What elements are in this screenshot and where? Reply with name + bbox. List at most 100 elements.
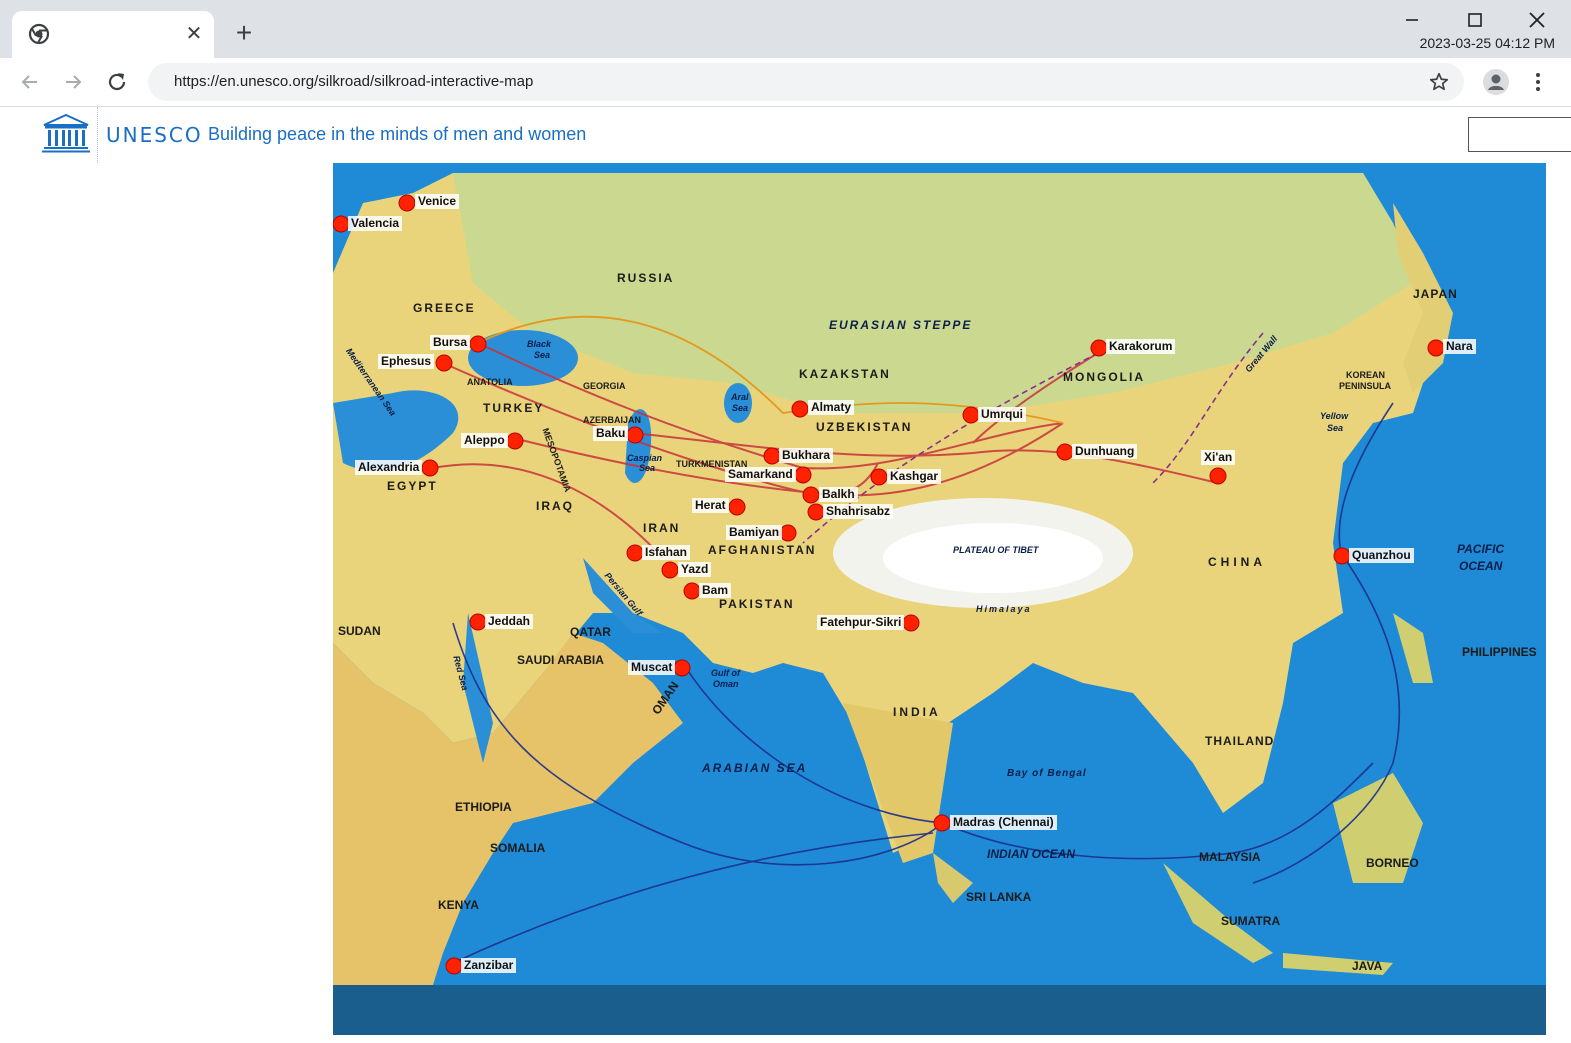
new-tab-button[interactable]: + bbox=[230, 19, 258, 47]
city-marker-umrqui[interactable] bbox=[963, 407, 979, 423]
maximize-icon[interactable] bbox=[1463, 8, 1487, 32]
city-label-yazd[interactable]: Yazd bbox=[678, 562, 712, 577]
map-terrain bbox=[333, 163, 1546, 985]
city-label-karakorum[interactable]: Karakorum bbox=[1106, 339, 1176, 354]
city-marker-balkh[interactable] bbox=[803, 487, 819, 503]
city-label-samarkand[interactable]: Samarkand bbox=[725, 467, 796, 482]
city-label-xian[interactable]: Xi'an bbox=[1201, 450, 1236, 465]
tab-close-icon[interactable]: ✕ bbox=[182, 22, 206, 46]
region-label-india: INDIA bbox=[893, 705, 941, 719]
city-label-ephesus[interactable]: Ephesus bbox=[378, 354, 435, 369]
city-marker-kashgar[interactable] bbox=[871, 469, 887, 485]
city-marker-valencia[interactable] bbox=[333, 216, 349, 232]
page-content: UNESCO Building peace in the minds of me… bbox=[0, 107, 1571, 1043]
city-marker-venice[interactable] bbox=[399, 195, 415, 211]
city-marker-bamiyan[interactable] bbox=[780, 525, 796, 541]
city-label-venice[interactable]: Venice bbox=[415, 194, 460, 209]
region-label-mongolia: MONGOLIA bbox=[1063, 370, 1145, 384]
city-marker-yazd[interactable] bbox=[662, 562, 678, 578]
window-close-icon[interactable] bbox=[1525, 8, 1549, 32]
city-marker-nara[interactable] bbox=[1428, 340, 1444, 356]
back-arrow-icon[interactable] bbox=[17, 69, 43, 95]
city-label-jeddah[interactable]: Jeddah bbox=[485, 614, 534, 629]
region-label-greece: GREECE bbox=[413, 301, 476, 315]
city-marker-samarkand[interactable] bbox=[795, 467, 811, 483]
brand-name[interactable]: UNESCO bbox=[106, 123, 203, 147]
forward-arrow-icon[interactable] bbox=[60, 69, 86, 95]
search-input[interactable] bbox=[1468, 117, 1571, 152]
city-label-dunhuang[interactable]: Dunhuang bbox=[1072, 444, 1138, 459]
sea-label-yellow-2: Sea bbox=[1327, 423, 1344, 433]
city-marker-shahrisabz[interactable] bbox=[808, 504, 824, 520]
city-label-zanzibar[interactable]: Zanzibar bbox=[461, 958, 517, 973]
reload-icon[interactable] bbox=[104, 69, 130, 95]
city-marker-karakorum[interactable] bbox=[1091, 340, 1107, 356]
city-label-muscat[interactable]: Muscat bbox=[628, 660, 676, 675]
city-label-shahrisabz[interactable]: Shahrisabz bbox=[823, 504, 894, 519]
sea-label-pacific-1: PACIFIC bbox=[1457, 542, 1505, 556]
city-label-quanzhou[interactable]: Quanzhou bbox=[1349, 548, 1414, 563]
city-marker-xian[interactable] bbox=[1210, 468, 1226, 484]
city-label-bam[interactable]: Bam bbox=[699, 583, 732, 598]
city-label-alexandria[interactable]: Alexandria bbox=[355, 460, 423, 475]
region-label-uzbekistan: UZBEKISTAN bbox=[816, 420, 913, 434]
sea-label-yellow-1: Yellow bbox=[1320, 411, 1349, 421]
city-label-valencia[interactable]: Valencia bbox=[348, 216, 403, 231]
logo-divider bbox=[97, 107, 99, 163]
url-text[interactable]: https://en.unesco.org/silkroad/silkroad-… bbox=[174, 73, 533, 90]
region-label-sri-lanka: SRI LANKA bbox=[966, 890, 1032, 904]
region-label-japan: JAPAN bbox=[1413, 287, 1458, 301]
city-marker-zanzibar[interactable] bbox=[446, 958, 462, 974]
city-label-fatehpur-sikri[interactable]: Fatehpur-Sikri bbox=[817, 615, 905, 630]
city-marker-bukhara[interactable] bbox=[764, 448, 780, 464]
city-marker-almaty[interactable] bbox=[792, 401, 808, 417]
sea-label-aral-2: Sea bbox=[732, 403, 749, 413]
region-label-russia: RUSSIA bbox=[617, 271, 675, 285]
address-bar[interactable]: https://en.unesco.org/silkroad/silkroad-… bbox=[148, 63, 1464, 101]
chrome-favicon-icon bbox=[28, 23, 50, 45]
city-marker-madras[interactable] bbox=[934, 815, 950, 831]
city-marker-fatehpur-sikri[interactable] bbox=[903, 615, 919, 631]
city-marker-isfahan[interactable] bbox=[627, 545, 643, 561]
city-marker-jeddah[interactable] bbox=[470, 614, 486, 630]
city-label-balkh[interactable]: Balkh bbox=[819, 487, 858, 502]
browser-tab[interactable]: ✕ bbox=[12, 11, 214, 58]
region-label-kenya: KENYA bbox=[438, 898, 479, 912]
city-marker-quanzhou[interactable] bbox=[1334, 548, 1350, 564]
region-label-sudan: SUDAN bbox=[338, 624, 381, 638]
city-marker-bursa[interactable] bbox=[470, 336, 486, 352]
city-marker-ephesus[interactable] bbox=[436, 355, 452, 371]
region-label-turkey: TURKEY bbox=[483, 401, 545, 415]
city-marker-alexandria[interactable] bbox=[422, 460, 438, 476]
bookmark-star-icon[interactable] bbox=[1428, 71, 1450, 93]
minimize-icon[interactable] bbox=[1400, 8, 1424, 32]
more-menu-icon[interactable] bbox=[1528, 70, 1548, 94]
city-label-bursa[interactable]: Bursa bbox=[430, 335, 471, 350]
city-marker-baku[interactable] bbox=[627, 427, 643, 443]
city-marker-herat[interactable] bbox=[729, 499, 745, 515]
city-marker-bam[interactable] bbox=[684, 583, 700, 599]
city-label-baku[interactable]: Baku bbox=[593, 426, 629, 441]
region-label-afghanistan: AFGHANISTAN bbox=[708, 543, 817, 557]
region-label-azerbaijan: AZERBAIJAN bbox=[583, 415, 642, 425]
city-label-bamiyan[interactable]: Bamiyan bbox=[726, 525, 783, 540]
city-label-nara[interactable]: Nara bbox=[1443, 339, 1476, 354]
city-label-isfahan[interactable]: Isfahan bbox=[642, 545, 691, 560]
city-marker-muscat[interactable] bbox=[674, 660, 690, 676]
city-label-madras[interactable]: Madras (Chennai) bbox=[950, 815, 1057, 830]
sea-label-caspian-1: Caspian bbox=[627, 453, 663, 463]
city-label-bukhara[interactable]: Bukhara bbox=[779, 448, 834, 463]
region-label-sumatra: SUMATRA bbox=[1221, 914, 1281, 928]
unesco-temple-logo-icon[interactable] bbox=[42, 113, 90, 153]
silk-road-map[interactable]: RUSSIA GREECE TURKEY ANATOLIA GEORGIA AZ… bbox=[333, 163, 1546, 1035]
city-label-aleppo[interactable]: Aleppo bbox=[461, 433, 508, 448]
city-label-herat[interactable]: Herat bbox=[692, 498, 729, 513]
city-label-almaty[interactable]: Almaty bbox=[808, 400, 855, 415]
city-marker-dunhuang[interactable] bbox=[1057, 444, 1073, 460]
profile-avatar-icon[interactable] bbox=[1482, 68, 1510, 96]
sea-label-caspian-2: Sea bbox=[639, 463, 656, 473]
browser-tab-strip: ✕ + 2023-03-25 04:12 PM bbox=[0, 0, 1571, 58]
city-label-umrqui[interactable]: Umrqui bbox=[978, 407, 1026, 422]
city-marker-aleppo[interactable] bbox=[507, 433, 523, 449]
city-label-kashgar[interactable]: Kashgar bbox=[887, 469, 942, 484]
